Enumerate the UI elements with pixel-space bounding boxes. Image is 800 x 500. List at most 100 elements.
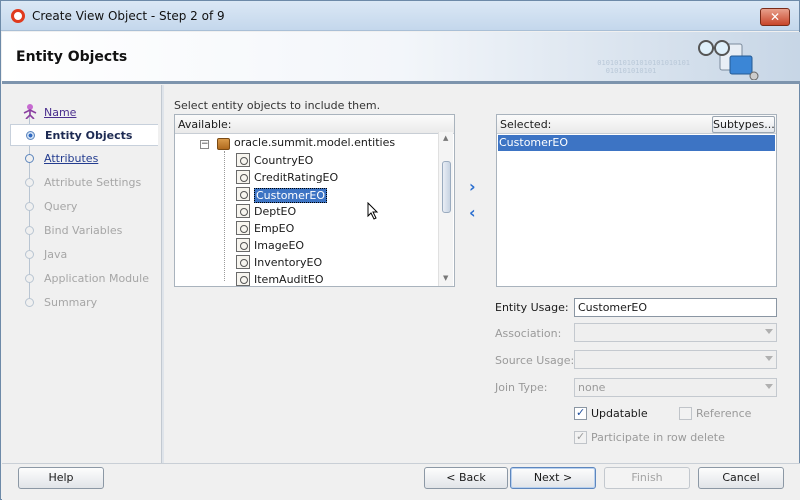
nav-step-bind-variables: Bind Variables [10,220,158,242]
nav-step-attributes[interactable]: Attributes [10,148,158,170]
tree-item[interactable]: InventoryEO [236,254,426,271]
help-button[interactable]: Help [18,467,104,489]
next-button[interactable]: Next > [510,467,596,489]
create-view-object-dialog: Create View Object - Step 2 of 9 ✕ Entit… [0,0,800,500]
scroll-down-icon[interactable]: ▼ [443,274,448,282]
instruction-text: Select entity objects to include them. [174,99,381,112]
back-button[interactable]: < Back [424,467,508,489]
wizard-steps-nav: Name Entity Objects Attributes Attribute… [10,96,158,461]
nav-step-label: Query [44,200,78,213]
collapse-toggle-icon[interactable]: − [200,140,209,149]
step-icon [25,178,34,187]
entity-name: ImageEO [254,239,305,252]
entity-usage-field[interactable]: CustomerEO [574,298,777,317]
nav-step-label: Name [44,106,77,119]
binary-decoration: 0101010101010101010101 010101010101 [597,59,690,75]
tree-item[interactable]: ItemAuditEO [236,271,426,288]
nav-step-attribute-settings: Attribute Settings [10,172,158,194]
window-title: Create View Object - Step 2 of 9 [32,9,225,23]
tree-item[interactable]: ImageEO [236,237,426,254]
entity-name: CustomerEO [254,188,328,203]
step-icon [25,154,34,163]
entity-object-icon [236,153,250,167]
scroll-up-icon[interactable]: ▲ [443,134,448,142]
close-button[interactable]: ✕ [760,8,790,26]
updatable-label: Updatable [591,407,648,420]
chevron-down-icon [765,329,773,334]
nav-step-label: Attribute Settings [44,176,142,189]
cancel-button[interactable]: Cancel [698,467,784,489]
nav-step-name[interactable]: Name [10,102,158,124]
add-button[interactable]: › [469,177,476,196]
package-node[interactable]: oracle.summit.model.entities [234,136,395,153]
package-name: oracle.summit.model.entities [234,136,396,149]
step-icon [25,250,34,259]
nav-step-label: Java [44,248,68,261]
updatable-checkbox[interactable] [574,406,587,420]
entity-usage-label: Entity Usage: [495,301,569,314]
selected-header: Selected: Subtypes... [497,115,776,134]
title-bar: Create View Object - Step 2 of 9 ✕ [1,1,799,31]
step-icon [25,202,34,211]
nav-step-label: Summary [44,296,98,309]
tree-item[interactable]: EmpEO [236,220,426,237]
tree-item-selected[interactable]: CustomerEO [236,186,426,203]
mouse-cursor-icon [367,202,379,220]
nav-step-query: Query [10,196,158,218]
available-scrollbar[interactable]: ▲ ▼ [438,132,453,286]
reference-label: Reference [696,407,752,420]
join-type-select: none [574,378,777,397]
scroll-thumb[interactable] [442,161,451,213]
nav-step-summary: Summary [10,292,158,314]
step-icon [25,274,34,283]
entity-object-icon [236,221,250,235]
available-header: Available: [175,115,454,134]
entity-object-icon [236,204,250,218]
nav-step-entity-objects[interactable]: Entity Objects [10,124,158,146]
remove-button[interactable]: ‹ [469,203,476,222]
person-icon [23,104,37,119]
source-usage-select [574,350,777,369]
subtypes-button[interactable]: Subtypes... [712,116,775,133]
join-type-value: none [578,381,606,394]
tree-item[interactable]: DeptEO [236,203,426,220]
nav-step-label: Application Module [44,272,149,285]
entity-object-icon [236,170,250,184]
entity-name: CountryEO [254,154,314,167]
wizard-glasses-icon [698,40,759,80]
step-icon [25,298,34,307]
entity-name: InventoryEO [254,256,323,269]
step-icon [25,226,34,235]
entity-name: EmpEO [254,222,295,235]
package-icon [217,138,230,150]
nav-splitter[interactable] [161,85,164,463]
selected-list[interactable]: Selected: Subtypes... CustomerEO [496,114,777,287]
association-select [574,323,777,342]
nav-step-application-module: Application Module [10,268,158,290]
join-type-label: Join Type: [495,381,548,394]
entity-object-icon [236,272,250,286]
nav-step-label: Bind Variables [44,224,123,237]
source-usage-label: Source Usage: [495,354,575,367]
available-label: Available: [178,118,232,131]
page-title: Entity Objects [16,49,128,65]
entity-object-icon [236,187,250,201]
entity-object-icon [236,238,250,252]
participate-delete-label: Participate in row delete [591,431,725,444]
tree-item[interactable]: CreditRatingEO [236,169,426,186]
tree-item[interactable]: CountryEO [236,152,426,169]
wizard-header: Entity Objects 0101010101010101010101 01… [2,32,800,84]
nav-step-label: Entity Objects [45,129,133,142]
finish-button: Finish [604,467,690,489]
selected-item[interactable]: CustomerEO [498,135,775,151]
association-label: Association: [495,327,562,340]
entity-object-icon [236,255,250,269]
entity-name: CreditRatingEO [254,171,339,184]
nav-step-java: Java [10,244,158,266]
entity-name: DeptEO [254,205,297,218]
current-step-icon [26,131,35,140]
oracle-logo-icon [11,9,25,23]
chevron-down-icon [765,384,773,389]
participate-delete-checkbox [574,430,587,444]
selected-label: Selected: [500,118,552,131]
